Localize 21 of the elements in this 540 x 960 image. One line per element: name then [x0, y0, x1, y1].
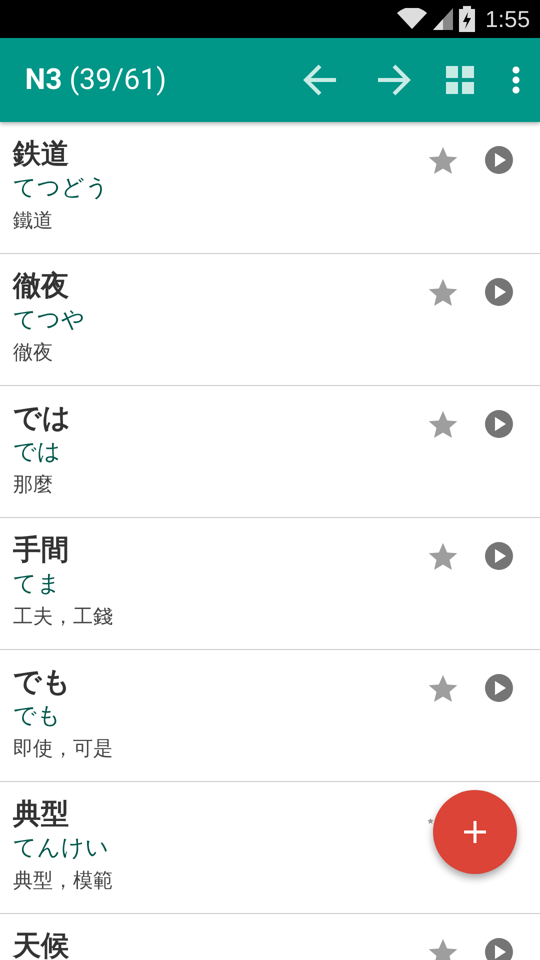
reading-text: てつや — [13, 306, 85, 335]
meaning-text: 鐵道 — [13, 207, 53, 234]
app-title: N3 (39/61) — [25, 63, 168, 97]
meaning-text: 工夫，工錢 — [13, 603, 113, 630]
reading-text: では — [13, 438, 61, 467]
meaning-text: 即使，可是 — [13, 735, 113, 762]
reading-text: てつどう — [13, 174, 109, 203]
word-text: 典型 — [13, 796, 69, 832]
reading-text: でも — [13, 702, 61, 731]
word-text: でも — [13, 664, 71, 700]
word-text: 手間 — [13, 532, 69, 568]
word-text: 徹夜 — [13, 268, 69, 304]
status-time: 1:55 — [485, 6, 530, 32]
word-text: 天候 — [13, 928, 69, 960]
reading-text: てんけい — [13, 834, 109, 863]
meaning-text: 那麼 — [13, 471, 53, 498]
meaning-text: 徹夜 — [13, 339, 53, 366]
word-text: 鉄道 — [13, 136, 69, 172]
reading-text: てま — [13, 570, 61, 599]
meaning-text: 典型，模範 — [13, 867, 113, 894]
word-text: では — [13, 400, 71, 436]
